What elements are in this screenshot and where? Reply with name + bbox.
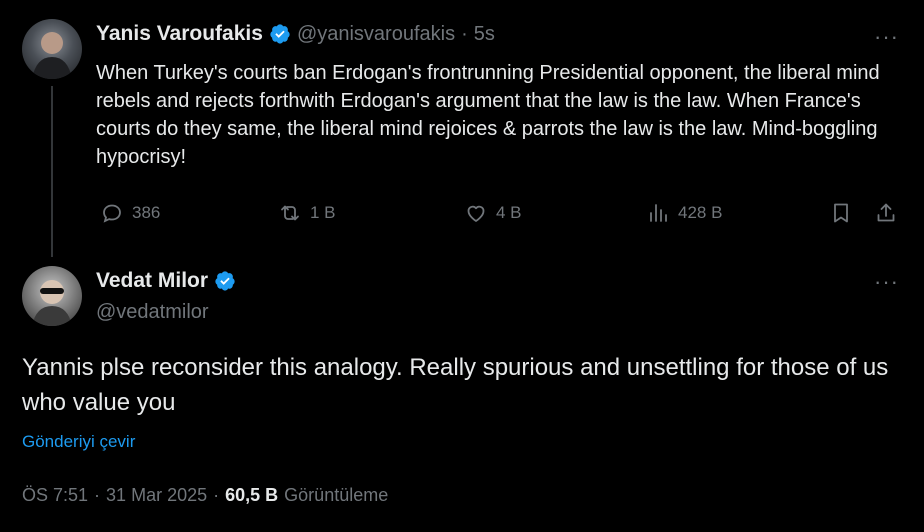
- tweet-meta: ÖS 7:51 · 31 Mar 2025 · 60,5 B Görüntüle…: [22, 485, 388, 506]
- view-count: 428 B: [678, 203, 723, 222]
- views-button[interactable]: 428 B: [646, 201, 722, 225]
- avatar-vedat[interactable]: [22, 266, 82, 326]
- reply-count: 386: [132, 203, 161, 222]
- repost-button[interactable]: 1 B: [278, 201, 336, 225]
- separator-dot: ·: [94, 485, 101, 505]
- bookmark-button[interactable]: [829, 201, 853, 225]
- tweet-header: Yanis Varoufakis @yanisvaroufakis · 5s: [96, 22, 495, 46]
- like-button[interactable]: 4 B: [464, 201, 522, 225]
- views-label: Görüntüleme: [284, 485, 389, 505]
- avatar-yanis[interactable]: [22, 19, 82, 79]
- more-icon[interactable]: ···: [874, 24, 899, 50]
- timestamp[interactable]: 5s: [474, 23, 495, 46]
- reply-text: Yannis plse reconsider this analogy. Rea…: [22, 354, 889, 416]
- reply-author-name[interactable]: Vedat Milor: [96, 269, 208, 293]
- more-icon[interactable]: ···: [874, 269, 899, 295]
- author-handle[interactable]: @yanisvaroufakis: [297, 23, 455, 46]
- views-icon: [650, 204, 667, 222]
- repost-count: 1 B: [310, 203, 336, 222]
- reply-button[interactable]: 386: [100, 201, 160, 225]
- like-icon: [467, 205, 485, 222]
- repost-icon: [281, 205, 299, 221]
- separator-dot: ·: [461, 22, 468, 45]
- reply-author-handle[interactable]: @vedatmilor: [96, 301, 209, 324]
- reply-header: Vedat Milor: [96, 269, 236, 293]
- tweet-text: When Turkey's courts ban Erdogan's front…: [96, 62, 880, 168]
- verified-badge-icon: [215, 271, 235, 291]
- like-count: 4 B: [496, 203, 522, 222]
- separator-dot: ·: [213, 485, 220, 505]
- thread-connector: [51, 86, 53, 257]
- translate-link[interactable]: Gönderiyi çevir: [22, 432, 135, 452]
- share-button[interactable]: [874, 201, 898, 225]
- verified-badge-icon: [270, 24, 290, 44]
- view-count-total: 60,5 B: [225, 485, 279, 505]
- author-name[interactable]: Yanis Varoufakis: [96, 22, 263, 46]
- bookmark-icon: [834, 203, 848, 223]
- reply-icon: [103, 204, 121, 223]
- tweet-time[interactable]: ÖS 7:51: [22, 485, 88, 506]
- tweet-date[interactable]: 31 Mar 2025: [106, 485, 207, 506]
- share-icon: [877, 203, 895, 222]
